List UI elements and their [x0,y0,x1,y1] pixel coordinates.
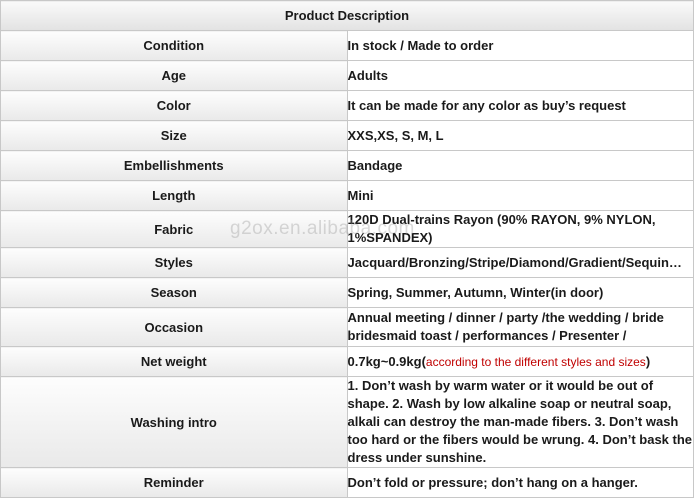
row-value: Bandage [346,150,694,181]
table-row: Condition In stock / Made to order [0,30,694,61]
table-row: Reminder Don’t fold or pressure; don’t h… [0,467,694,498]
net-weight-note: according to the different styles and si… [425,354,646,369]
row-value: Mini [346,180,694,211]
net-weight-value: 0.7kg~0.9kg( [347,353,426,369]
row-value: In stock / Made to order [346,30,694,61]
row-value: 120D Dual-trains Rayon (90% RAYON, 9% NY… [346,210,694,248]
row-label: Condition [0,30,348,61]
table-row: Washing intro 1. Don’t wash by warm wate… [0,376,694,468]
table-row: Occasion Annual meeting / dinner / party… [0,307,694,347]
table-header-row: Product Description [0,0,694,31]
table-row: Embellishments Bandage [0,150,694,181]
row-value: XXS,XS, S, M, L [346,120,694,151]
row-value: Adults [346,60,694,91]
row-label: Reminder [0,467,348,498]
row-label: Occasion [0,307,348,347]
table-row: Size XXS,XS, S, M, L [0,120,694,151]
table-row: Length Mini [0,180,694,211]
net-weight-close: ) [645,353,651,369]
row-label: Color [0,90,348,121]
row-value: Annual meeting / dinner / party /the wed… [346,307,694,347]
product-spec-table: Product Description Condition In stock /… [0,0,694,498]
table-row: Age Adults [0,60,694,91]
table-row: Styles Jacquard/Bronzing/Stripe/Diamond/… [0,247,694,278]
row-value: It can be made for any color as buy’s re… [346,90,694,121]
table-title: Product Description [0,0,694,31]
table-row: Season Spring, Summer, Autumn, Winter(in… [0,277,694,308]
row-label: Length [0,180,348,211]
row-value: 0.7kg~0.9kg(according to the different s… [346,346,694,377]
row-label: Net weight [0,346,348,377]
row-value: 1. Don’t wash by warm water or it would … [346,376,694,468]
table-row: Color It can be made for any color as bu… [0,90,694,121]
row-label: Size [0,120,348,151]
row-label: Age [0,60,348,91]
product-description-panel: Product Description Condition In stock /… [0,0,694,498]
row-label: Fabric [0,210,348,248]
row-value: Don’t fold or pressure; don’t hang on a … [346,467,694,498]
table-row: Fabric 120D Dual-trains Rayon (90% RAYON… [0,210,694,248]
table-row: Net weight 0.7kg~0.9kg(according to the … [0,346,694,377]
row-value: Jacquard/Bronzing/Stripe/Diamond/Gradien… [346,247,694,278]
row-label: Embellishments [0,150,348,181]
row-label: Washing intro [0,376,348,468]
row-value: Spring, Summer, Autumn, Winter(in door) [346,277,694,308]
row-label: Styles [0,247,348,278]
row-label: Season [0,277,348,308]
